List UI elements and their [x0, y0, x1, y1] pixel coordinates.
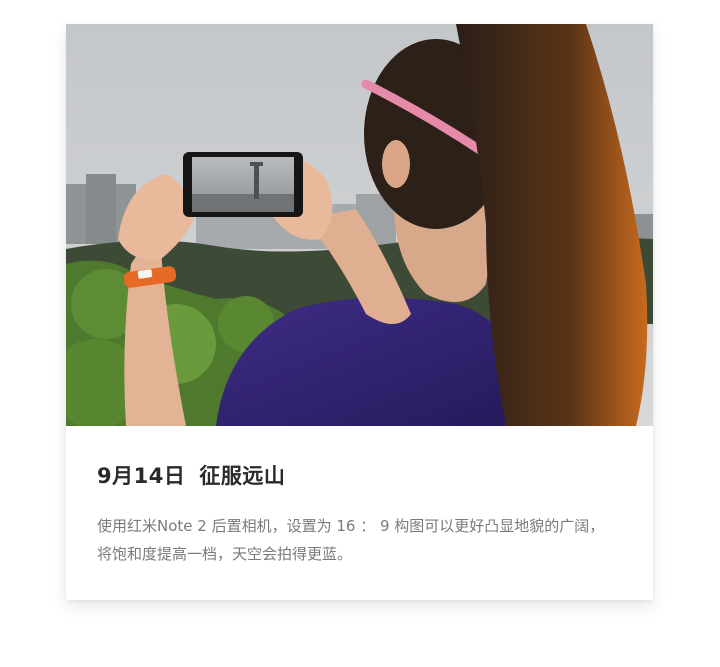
photo-image	[66, 24, 653, 426]
post-date: 9月14日	[97, 464, 186, 488]
description-line: 将饱和度提高一档，天空会拍得更蓝。	[97, 545, 353, 563]
post-description: 使用红米Note 2 后置相机，设置为 16 ： 9 构图可以更好凸显地貌的广阔…	[97, 512, 637, 568]
post-title: 9月14日 征服远山	[97, 460, 285, 490]
post-heading: 征服远山	[199, 464, 286, 488]
story-card: 9月14日 征服远山 使用红米Note 2 后置相机，设置为 16 ： 9 构图可…	[66, 24, 653, 600]
photo-illustration	[66, 24, 653, 426]
caption-area: 9月14日 征服远山 使用红米Note 2 后置相机，设置为 16 ： 9 构图可…	[66, 426, 653, 600]
description-line: 使用红米Note 2 后置相机，设置为 16 ： 9 构图可以更好凸显地貌的广阔…	[97, 517, 605, 535]
